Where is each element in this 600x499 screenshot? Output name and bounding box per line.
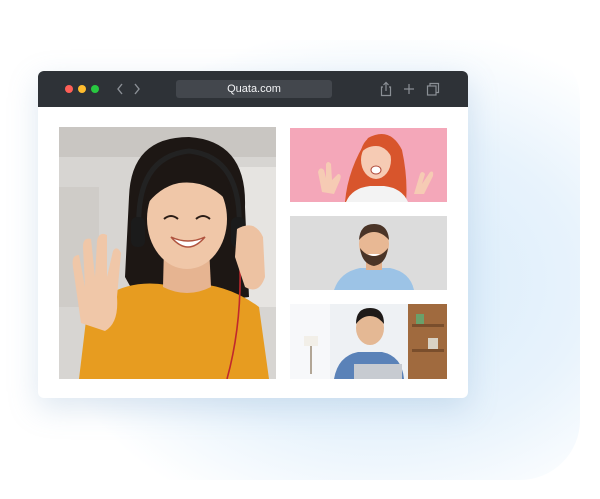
woman-with-headset-image (59, 127, 276, 379)
main-speaker-video[interactable] (59, 127, 276, 379)
tab-overview-button[interactable] (426, 81, 440, 97)
red-haired-woman-image (290, 128, 447, 202)
plus-icon (404, 84, 414, 94)
chevron-right-icon (134, 83, 140, 95)
close-window-button[interactable] (65, 85, 73, 93)
chevron-left-icon (117, 83, 123, 95)
browser-toolbar: Quata.com (38, 71, 468, 107)
bearded-man-image (290, 216, 447, 290)
browser-window: Quata.com (38, 71, 468, 398)
forward-button[interactable] (131, 81, 143, 97)
minimize-window-button[interactable] (78, 85, 86, 93)
participant-2-video[interactable] (290, 216, 447, 290)
participant-3-video[interactable] (290, 304, 447, 379)
man-with-laptop-image (290, 304, 447, 379)
address-bar[interactable]: Quata.com (176, 80, 332, 98)
participant-1-video[interactable] (290, 128, 447, 202)
tabs-icon (426, 82, 440, 96)
share-button[interactable] (379, 81, 393, 97)
new-tab-button[interactable] (402, 81, 416, 97)
back-button[interactable] (114, 81, 126, 97)
share-icon (380, 81, 392, 97)
maximize-window-button[interactable] (91, 85, 99, 93)
